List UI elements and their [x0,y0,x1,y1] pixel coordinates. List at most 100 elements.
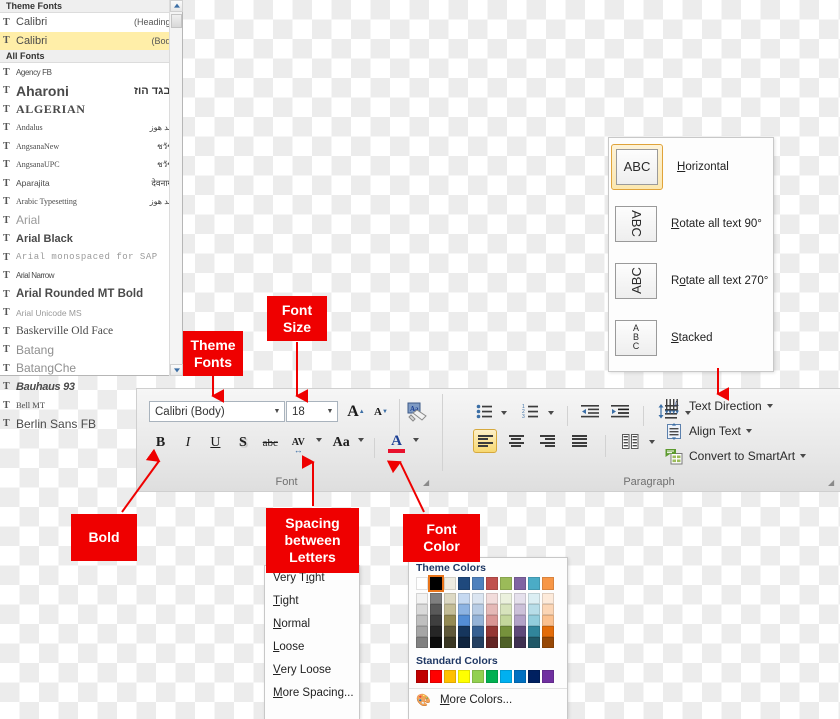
color-swatch[interactable] [528,626,540,637]
color-swatch[interactable] [472,593,484,604]
color-swatch[interactable] [514,637,526,648]
standard-colors-grid[interactable] [409,670,567,683]
paragraph-dialog-launcher[interactable]: ◢ [828,478,837,487]
align-text-button[interactable]: Align Text [665,420,806,442]
theme-colors-grid[interactable] [409,575,567,648]
text-direction-button[interactable]: A Text Direction [665,395,806,417]
numbering-button[interactable]: 1 2 3 [520,400,542,422]
color-swatch[interactable] [500,637,512,648]
color-swatch[interactable] [458,577,470,590]
chevron-down-icon[interactable] [648,440,655,445]
chevron-down-icon[interactable] [548,410,555,415]
standard-color-swatch[interactable] [416,670,428,683]
scroll-up-icon[interactable] [170,0,183,12]
scroll-down-icon[interactable] [170,364,183,376]
color-swatch[interactable] [500,615,512,626]
list-item[interactable]: T Arial Narrow [0,267,182,286]
color-swatch[interactable] [472,626,484,637]
standard-color-swatch[interactable] [472,670,484,683]
shrink-font-button[interactable]: A ▼ [369,401,393,422]
color-swatch[interactable] [486,577,498,590]
color-swatch[interactable] [444,637,456,648]
font-list-item-calibri-body[interactable]: T Calibri (Body) [0,31,182,50]
color-swatch[interactable] [486,604,498,615]
text-shadow-button[interactable]: S [231,431,254,455]
text-direction-option-stacked[interactable]: ABC Stacked [609,309,773,366]
color-swatch[interactable] [444,626,456,637]
color-swatch[interactable] [500,577,512,590]
chevron-down-icon[interactable] [501,410,508,415]
color-swatch[interactable] [430,637,442,648]
color-swatch[interactable] [542,626,554,637]
color-swatch[interactable] [458,615,470,626]
chevron-down-icon[interactable] [800,454,807,458]
color-swatch[interactable] [486,626,498,637]
color-swatch[interactable] [528,577,540,590]
color-swatch[interactable] [428,575,444,592]
standard-color-swatch[interactable] [444,670,456,683]
chevron-down-icon[interactable] [766,404,773,408]
chevron-down-icon[interactable] [745,429,752,433]
menu-item-loose[interactable]: Loose [265,635,359,658]
font-color-menu[interactable]: Theme Colors Standard Colors 🎨 More Colo… [408,557,568,719]
color-swatch[interactable] [444,604,456,615]
change-case-button[interactable]: Aa [330,431,352,455]
standard-color-swatch[interactable] [430,670,442,683]
scrollbar-thumb[interactable] [171,14,182,28]
color-swatch[interactable] [486,615,498,626]
color-swatch[interactable] [444,577,456,590]
font-list-panel[interactable]: Theme Fonts T Calibri (Headings) T Calib… [0,0,183,431]
list-item[interactable]: T Arabic Typesetting أبجد هوز [0,193,182,212]
color-swatch[interactable] [416,577,428,590]
bullets-button[interactable] [473,400,495,422]
color-swatch[interactable] [514,593,526,604]
list-item[interactable]: T Arial Rounded MT Bold [0,285,182,304]
strikethrough-button[interactable]: abc [259,431,282,455]
font-list-scrollbar[interactable] [169,0,183,376]
list-item[interactable]: T Andalus أبجد هوز [0,119,182,138]
color-swatch[interactable] [416,604,428,615]
color-swatch[interactable] [416,626,428,637]
font-list-item-calibri-headings[interactable]: T Calibri (Headings) [0,13,182,32]
font-size-combobox[interactable]: 18 ▼ [286,401,338,422]
list-item[interactable]: T Arial monospaced for SAP [0,248,182,267]
columns-button[interactable] [619,429,641,453]
standard-color-swatch[interactable] [514,670,526,683]
color-swatch[interactable] [542,577,554,590]
color-swatch[interactable] [514,577,526,590]
decrease-indent-button[interactable] [579,400,601,422]
color-swatch[interactable] [500,626,512,637]
color-swatch[interactable] [444,593,456,604]
list-item[interactable]: T AngsanaUPC ชวัชนี [0,156,182,175]
color-swatch[interactable] [528,604,540,615]
color-swatch[interactable] [430,626,442,637]
align-right-button[interactable] [536,429,560,453]
chevron-down-icon[interactable]: ▼ [323,408,337,415]
chevron-down-icon[interactable] [357,438,364,443]
color-swatch[interactable] [472,604,484,615]
color-swatch[interactable] [458,637,470,648]
align-left-button[interactable] [473,429,497,453]
font-dialog-launcher[interactable]: ◢ [423,478,432,487]
standard-color-swatch[interactable] [458,670,470,683]
underline-button[interactable]: U [204,431,227,455]
color-swatch[interactable] [528,593,540,604]
color-swatch[interactable] [542,604,554,615]
list-item[interactable]: T Baskerville Old Face [0,322,182,341]
convert-to-smartart-button[interactable]: Convert to SmartArt [665,445,807,467]
color-swatch[interactable] [514,626,526,637]
font-name-combobox[interactable]: Calibri (Body) ▼ [149,401,285,422]
color-swatch[interactable] [472,615,484,626]
color-swatch[interactable] [444,615,456,626]
chevron-down-icon[interactable] [412,438,419,443]
color-swatch[interactable] [514,615,526,626]
color-swatch[interactable] [500,593,512,604]
list-item[interactable]: T AngsanaNew ชวัชนี [0,137,182,156]
justify-button[interactable] [567,429,591,453]
font-color-button[interactable]: A [386,431,408,455]
color-swatch[interactable] [542,593,554,604]
color-swatch[interactable] [472,577,484,590]
align-center-button[interactable] [504,429,528,453]
list-item[interactable]: T Agency FB [0,63,182,82]
menu-item-tight[interactable]: Tight [265,589,359,612]
